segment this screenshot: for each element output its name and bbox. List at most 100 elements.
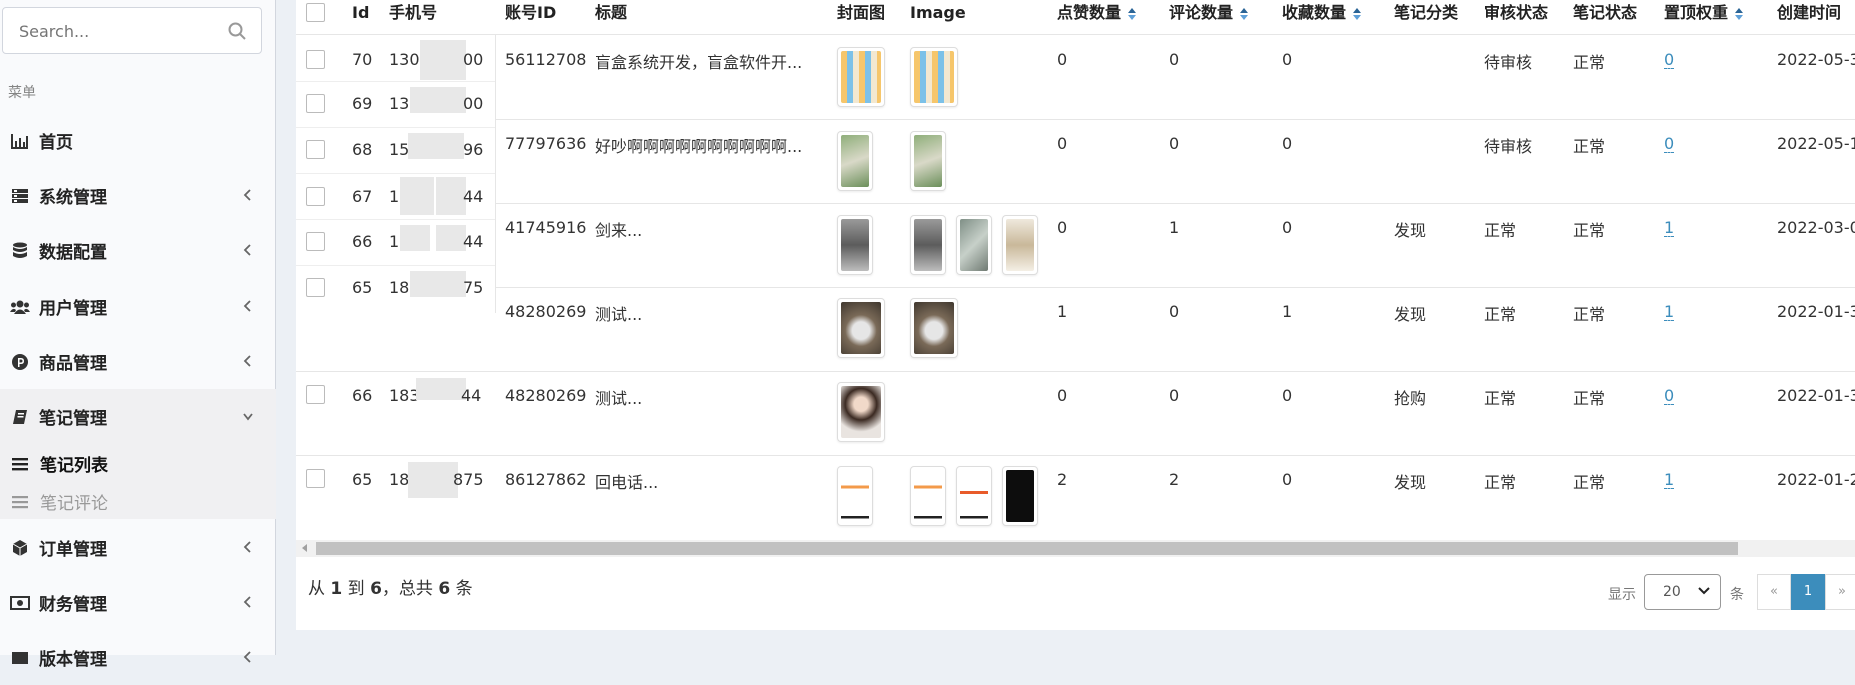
menu-header: 菜单	[8, 85, 36, 101]
page-1-button[interactable]: 1	[1791, 574, 1825, 610]
server-icon	[10, 186, 30, 206]
image-thumbnail[interactable]	[910, 298, 958, 358]
sub-item-label: 笔记评论	[40, 494, 108, 514]
cover-thumbnail[interactable]	[837, 215, 873, 275]
cover-thumbnail[interactable]	[837, 382, 885, 442]
cover-thumbnail[interactable]	[837, 298, 885, 358]
image-thumbnail[interactable]	[910, 215, 946, 275]
scrollbar-thumb[interactable]	[316, 542, 1738, 555]
sort-icon[interactable]	[1239, 7, 1249, 21]
cell-account-id: 41745916	[505, 218, 587, 237]
row-checkbox[interactable]	[306, 140, 325, 159]
cover-thumbnail[interactable]	[837, 466, 873, 526]
horizontal-scrollbar[interactable]	[296, 540, 1855, 557]
column-header-audit-status[interactable]: 审核状态	[1484, 0, 1548, 28]
row-checkbox[interactable]	[306, 385, 325, 404]
pin-weight-edit-link[interactable]: 0	[1664, 136, 1675, 153]
nav-item-data-config[interactable]: 数据配置	[0, 223, 276, 278]
select-all-checkbox[interactable]	[306, 3, 325, 22]
column-header-pin-weight[interactable]: 置顶权重	[1664, 0, 1744, 28]
page-size-select[interactable]: 20	[1644, 574, 1721, 610]
column-header-phone[interactable]: 手机号	[389, 0, 437, 28]
nav-item-home[interactable]: 首页	[0, 113, 276, 168]
cell-note-status: 正常	[1573, 305, 1606, 324]
column-header-note-status[interactable]: 笔记状态	[1573, 0, 1637, 28]
fixed-row[interactable]: 67 1 44	[296, 173, 495, 220]
nav-item-orders[interactable]: 订单管理	[0, 520, 276, 575]
redacted-phone	[416, 378, 466, 400]
pin-weight-edit-link[interactable]: 0	[1664, 52, 1675, 69]
fixed-row[interactable]: 68 15 96	[296, 127, 495, 174]
pin-weight-edit-link[interactable]: 0	[1664, 388, 1675, 405]
sub-item-note-list[interactable]: 笔记列表	[12, 451, 108, 476]
fixed-row[interactable]: 69 13 00	[296, 81, 495, 128]
nav-item-products[interactable]: 商品管理	[0, 334, 276, 389]
sort-icon[interactable]	[1734, 7, 1744, 21]
column-header-cover[interactable]: 封面图	[837, 0, 885, 28]
sort-icon[interactable]	[1127, 7, 1137, 21]
row-checkbox[interactable]	[306, 94, 325, 113]
image-thumbnail[interactable]	[910, 131, 946, 191]
sort-icon[interactable]	[1352, 7, 1362, 21]
image-thumbnail[interactable]	[1002, 215, 1038, 275]
column-header-created-at[interactable]: 创建时间	[1777, 0, 1841, 28]
cell-phone-suffix: 44	[463, 232, 484, 251]
fixed-row[interactable]: 70 130 00	[296, 35, 495, 82]
row-checkbox[interactable]	[306, 50, 325, 69]
pin-weight-edit-link[interactable]: 1	[1664, 304, 1675, 321]
sub-item-note-comments[interactable]: 笔记评论	[12, 489, 108, 514]
row-checkbox[interactable]	[306, 232, 325, 251]
nav-label: 商品管理	[39, 354, 107, 374]
image-thumbnail[interactable]	[956, 215, 992, 275]
search-icon[interactable]	[227, 21, 247, 41]
fixed-row[interactable]: 65 18 75	[296, 265, 495, 311]
column-header-image[interactable]: Image	[910, 0, 966, 28]
cover-thumbnail[interactable]	[837, 131, 873, 191]
prev-page-button[interactable]: «	[1757, 574, 1791, 610]
info-suffix: 条	[455, 579, 473, 599]
nav-item-users[interactable]: 用户管理	[0, 279, 276, 334]
cell-comments: 2	[1169, 470, 1180, 489]
nav-label: 笔记管理	[39, 409, 107, 429]
cell-favorites: 1	[1282, 302, 1293, 321]
cover-thumbnail[interactable]	[837, 47, 885, 107]
scroll-left-arrow-icon[interactable]	[302, 544, 307, 552]
column-header-favorites[interactable]: 收藏数量	[1282, 0, 1362, 28]
nav-label: 订单管理	[39, 540, 107, 560]
image-thumbnail[interactable]	[910, 47, 958, 107]
column-header-likes[interactable]: 点赞数量	[1057, 0, 1137, 28]
cell-favorites: 0	[1282, 218, 1293, 237]
pin-weight-edit-link[interactable]: 1	[1664, 472, 1675, 489]
cell-likes: 1	[1057, 302, 1068, 321]
info-prefix: 从	[308, 579, 325, 599]
nav-item-version[interactable]: 版本管理	[0, 630, 276, 685]
column-header-title[interactable]: 标题	[595, 0, 627, 28]
nav-item-notes[interactable]: 笔记管理	[0, 389, 276, 444]
nav-item-system[interactable]: 系统管理	[0, 168, 276, 223]
row-checkbox[interactable]	[306, 469, 325, 488]
cell-category: 发现	[1394, 305, 1427, 324]
image-thumbnail[interactable]	[1002, 466, 1038, 526]
column-header-comments[interactable]: 评论数量	[1169, 0, 1249, 28]
cell-account-id: 48280269	[505, 302, 587, 321]
column-header-category[interactable]: 笔记分类	[1394, 0, 1458, 28]
chevron-left-icon	[243, 300, 251, 312]
search-input[interactable]	[17, 8, 221, 55]
next-page-button[interactable]: »	[1825, 574, 1855, 610]
row-divider	[296, 203, 1855, 204]
pin-weight-edit-link[interactable]: 1	[1664, 220, 1675, 237]
column-header-id[interactable]: Id	[352, 0, 369, 28]
column-header-account-id[interactable]: 账号ID	[505, 0, 556, 28]
cell-likes: 2	[1057, 470, 1068, 489]
nav-item-finance[interactable]: 财务管理	[0, 575, 276, 630]
cell-audit-status: 待审核	[1484, 53, 1533, 72]
row-checkbox[interactable]	[306, 278, 325, 297]
users-icon	[10, 297, 30, 317]
fixed-row[interactable]: 66 1 44	[296, 219, 495, 266]
cell-title: 回电话...	[595, 473, 659, 492]
fixed-columns-overlay: 70 130 00 69 13 00 68 15 96 67 1 44 66 1…	[296, 35, 496, 313]
cell-phone: 130	[389, 50, 420, 69]
image-thumbnail[interactable]	[910, 466, 946, 526]
row-checkbox[interactable]	[306, 187, 325, 206]
image-thumbnail[interactable]	[956, 466, 992, 526]
